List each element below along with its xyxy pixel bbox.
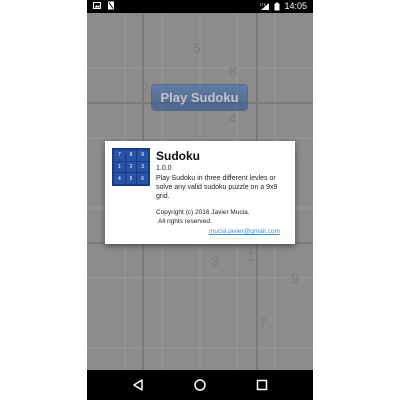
play-sudoku-button[interactable]: Play Sudoku xyxy=(152,85,247,110)
app-description: Play Sudoku in three different levles or… xyxy=(156,175,278,200)
app-icon-digit: 2 xyxy=(125,161,137,173)
background-grid-digit: 3 xyxy=(211,253,219,269)
background-grid-digit: 2 xyxy=(141,80,149,96)
navigation-bar xyxy=(87,370,313,400)
app-icon-digit: 4 xyxy=(114,173,125,184)
about-dialog: 789 123 456 Sudoku 1.0.0 Play Sudoku in th… xyxy=(105,141,295,244)
app-icon-digit: 1 xyxy=(114,161,125,173)
background-grid-digit: 9 xyxy=(291,270,299,286)
back-icon[interactable] xyxy=(131,378,145,392)
background-grid-digit: 7 xyxy=(259,315,267,331)
copyright-text: Copyright (c) 2016 Javier Mucia. xyxy=(156,209,250,216)
app-version: 1.0.0 xyxy=(156,165,172,172)
home-icon[interactable] xyxy=(193,378,207,392)
background-grid-digit: 8 xyxy=(229,63,237,79)
notification-icon xyxy=(108,1,114,10)
status-bar: LTE 14:05 xyxy=(87,0,313,13)
background-grid-digit: 4 xyxy=(229,110,237,126)
app-icon: 789 123 456 xyxy=(112,148,150,186)
app-icon-digit: 9 xyxy=(137,150,148,161)
app-icon-digit: 6 xyxy=(137,173,148,184)
phone-screen: LTE 14:05 5 8 4 3 1 9 7 2 Play Sudoku 7 … xyxy=(87,0,313,400)
app-icon-digit: 5 xyxy=(125,173,137,184)
background-grid-digit: 1 xyxy=(247,248,255,264)
app-icon-digit: 8 xyxy=(125,150,137,161)
rights-text: All rights reserved. xyxy=(158,218,212,225)
background-grid-digit: 5 xyxy=(193,40,201,56)
recents-icon[interactable] xyxy=(255,378,269,392)
lte-signal-icon: LTE xyxy=(260,3,270,10)
status-time: 14:05 xyxy=(284,1,307,11)
image-icon xyxy=(93,2,101,9)
email-link[interactable]: mucia.javier@gmail.com xyxy=(209,228,280,235)
svg-text:LTE: LTE xyxy=(260,3,267,7)
app-name: Sudoku xyxy=(156,149,200,163)
battery-icon xyxy=(274,2,280,11)
app-icon-digit: 3 xyxy=(137,161,148,173)
app-icon-digit: 7 xyxy=(114,150,125,161)
